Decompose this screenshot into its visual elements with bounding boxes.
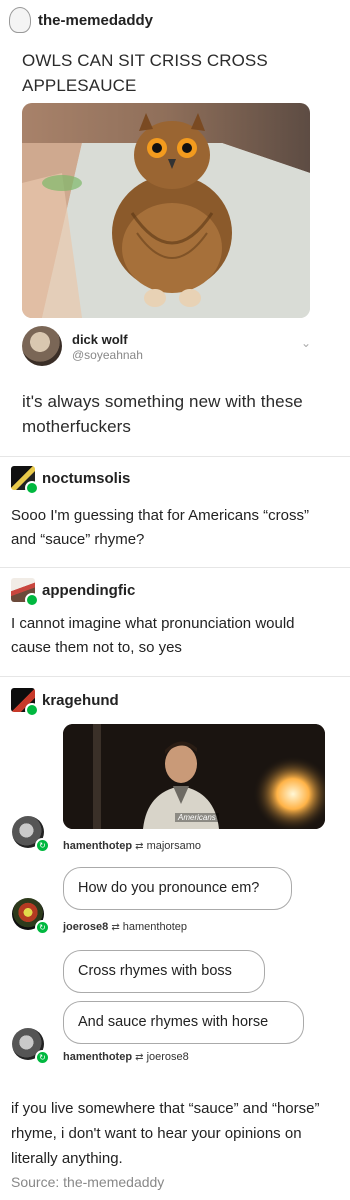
reblog-badge-icon: ↻ [35,838,50,853]
chat-meta-2: joerose8 ⇄ hamenthotep [63,921,187,933]
meta-from[interactable]: hamenthotep [63,840,132,852]
gif-caption: Americans [175,813,219,822]
meta-from[interactable]: joerose8 [63,921,108,933]
avatar-the-memedaddy[interactable] [9,7,31,33]
divider [0,567,350,568]
divider [0,456,350,457]
chat-bubble: How do you pronounce em? [63,867,292,910]
reblog-text: I cannot imagine what pronunciation woul… [11,615,295,656]
reblog-badge-icon [25,703,39,717]
tweet-headline: OWLS CAN SIT CRISS CROSS APPLESAUCE [22,51,268,95]
meta-to[interactable]: joerose8 [147,1051,189,1063]
meta-to[interactable]: hamenthotep [123,921,187,933]
reblog-icon: ⇄ [135,1052,144,1063]
owl-photo [22,103,310,318]
chat-meta-3: hamenthotep ⇄ joerose8 [63,1051,189,1063]
reblog-icon: ⇄ [111,922,120,933]
chat-bubble: And sauce rhymes with horse [63,1001,304,1044]
meta-from[interactable]: hamenthotep [63,1051,132,1063]
reblog-text: Sooo I'm guessing that for Americans “cr… [11,507,309,548]
tweet-author-name[interactable]: dick wolf [72,332,128,347]
reblog-badge-icon [25,593,39,607]
meta-to[interactable]: majorsamo [147,840,201,852]
reblog-badge-icon [25,481,39,495]
chat-bubble: Cross rhymes with boss [63,950,265,993]
tweet-author-avatar[interactable] [22,326,62,366]
source-link[interactable]: Source: the-memedaddy [11,1174,164,1190]
caption-text: if you live somewhere that “sauce” and “… [11,1100,320,1167]
reblogger-name[interactable]: appendingfic [42,582,135,599]
tweet-author-handle[interactable]: @soyeahnah [72,348,143,362]
reblog-badge-icon: ↻ [35,920,50,935]
post-author-name[interactable]: the-memedaddy [38,12,153,29]
reblogger-name[interactable]: kragehund [42,692,119,709]
reblog-icon: ⇄ [135,841,144,852]
chevron-down-icon[interactable]: ⌄ [301,336,311,350]
reblog-badge-icon: ↻ [35,1050,50,1065]
reblogger-name[interactable]: noctumsolis [42,470,130,487]
tweet-body: it's always something new with these mot… [22,392,303,436]
chat-meta-1: hamenthotep ⇄ majorsamo [63,840,201,852]
divider [0,676,350,677]
reaction-gif[interactable]: Americans [63,724,325,829]
